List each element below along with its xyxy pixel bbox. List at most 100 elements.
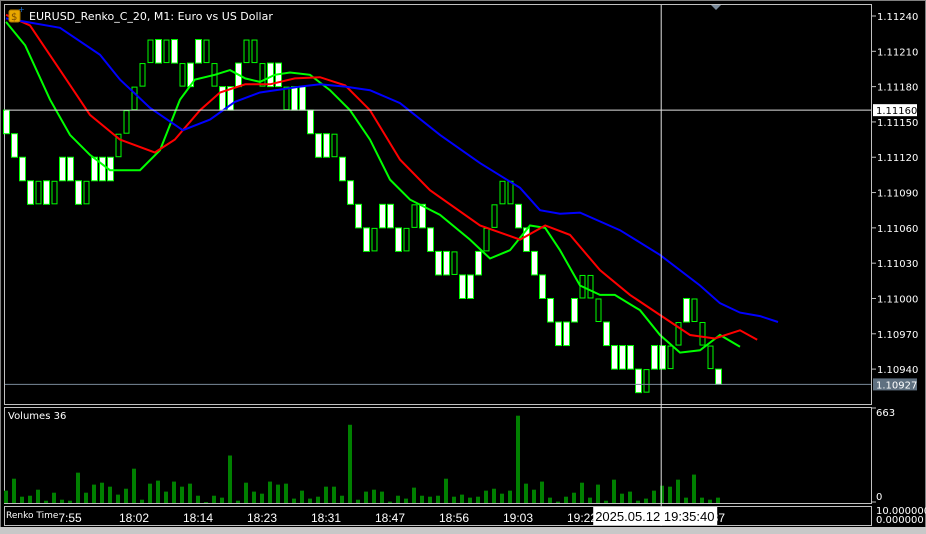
volume-bar (44, 500, 48, 503)
volume-indicator-label: Volumes 36 (8, 411, 66, 422)
renko-brick-down (43, 180, 50, 205)
volume-bar (652, 490, 656, 503)
renko-brick-down (195, 39, 202, 64)
volume-bar (220, 497, 224, 503)
time-tick-label: 18:14 (183, 511, 213, 525)
renko-brick-down (3, 109, 10, 135)
renko-brick-down (11, 133, 18, 158)
volume-bar (188, 483, 192, 503)
volume-bar (684, 497, 688, 503)
renko-brick-down (475, 250, 482, 276)
renko-brick-down (435, 250, 442, 276)
volume-bar (580, 482, 584, 503)
volume-bar (284, 483, 288, 503)
volume-bar (4, 490, 8, 503)
volume-bar (252, 491, 256, 503)
volume-bar (420, 495, 424, 503)
time-tick-label: 18:31 (311, 511, 341, 525)
renko-brick-down (315, 133, 322, 158)
price-tick-label: 1.11240 (877, 12, 918, 23)
renko-brick-down (339, 156, 346, 182)
volume-bar (604, 500, 608, 503)
volume-bar (436, 495, 440, 503)
renko-brick-down (571, 297, 578, 323)
price-tick-label: 1.11000 (877, 294, 918, 305)
price-tick-label: 1.11150 (877, 118, 918, 129)
renko-brick-down (347, 180, 354, 205)
volume-bar (180, 486, 184, 503)
renko-time-min-label: 0.000000 (876, 515, 924, 526)
renko-brick-down (27, 180, 34, 205)
volume-bar (364, 491, 368, 503)
volume-min-label: 0 (876, 492, 882, 503)
volume-bar (516, 415, 520, 503)
volume-bar (140, 499, 144, 503)
volume-bar (172, 481, 176, 503)
volume-bar (700, 497, 704, 503)
volume-bar (492, 488, 496, 503)
volume-bar (20, 496, 24, 503)
volume-bar (548, 497, 552, 503)
volume-bar (380, 491, 384, 503)
svg-text:$: $ (11, 12, 17, 23)
volume-bar (412, 487, 416, 503)
volume-bar (324, 486, 328, 503)
renko-brick-down (363, 227, 370, 252)
renko-brick-down (75, 180, 82, 205)
volume-max-label: 663 (876, 408, 895, 419)
volume-bar (292, 498, 296, 503)
volume-bar (372, 489, 376, 503)
price-tick-label: 1.10970 (877, 330, 918, 341)
chart-canvas[interactable]: 1.11240 1.11210 1.11180 1.11150 1.11120 1.110… (0, 0, 926, 534)
renko-brick-down (307, 109, 314, 135)
volume-bar (500, 493, 504, 503)
renko-brick-down (427, 227, 434, 252)
time-tick-label: 18:23 (247, 511, 277, 525)
renko-brick-down (651, 345, 658, 370)
volume-bar (708, 499, 712, 503)
volume-bar (388, 501, 392, 503)
renko-brick-down (715, 368, 722, 385)
volume-bar (244, 482, 248, 503)
time-tick-label: 7:55 (58, 511, 82, 525)
renko-brick-down (291, 86, 298, 111)
time-tick-label: 19:03 (503, 511, 533, 525)
renko-brick-down (563, 321, 570, 347)
mt-chart-window: 1.11240 1.11210 1.11180 1.11150 1.11120 1.110… (0, 0, 926, 534)
renko-brick-down (619, 345, 626, 370)
volume-bar (476, 496, 480, 503)
renko-brick-down (627, 345, 634, 370)
volume-bar (60, 499, 64, 503)
renko-brick-down (683, 297, 690, 323)
volume-bar (52, 492, 56, 503)
time-tick-label: 18:56 (439, 511, 469, 525)
renko-brick-down (387, 203, 394, 229)
volume-bar (460, 494, 464, 503)
volume-bar (260, 493, 264, 503)
volume-bar (268, 481, 272, 503)
volume-bar (84, 492, 88, 503)
volume-bar (36, 489, 40, 503)
price-tick-label: 1.11090 (877, 189, 918, 200)
volume-bar (612, 479, 616, 503)
volume-bar (468, 497, 472, 503)
renko-brick-down (659, 345, 666, 370)
renko-brick-down (611, 345, 618, 370)
renko-brick-down (99, 156, 106, 182)
renko-brick-down (467, 274, 474, 299)
renko-brick-down (443, 250, 450, 276)
volume-bar (308, 498, 312, 503)
price-tick-label: 1.11060 (877, 224, 918, 235)
price-tick-label: 1.11120 (877, 153, 918, 164)
volume-bar (396, 495, 400, 503)
volume-bar (92, 484, 96, 503)
renko-brick-down (459, 274, 466, 299)
volume-bar (524, 483, 528, 503)
volume-bar (148, 483, 152, 503)
volume-bar (196, 495, 200, 503)
renko-brick-down (19, 156, 26, 182)
volume-bar (276, 484, 280, 503)
volume-bar (508, 490, 512, 503)
volume-bar (676, 479, 680, 503)
volume-bar (316, 496, 320, 503)
